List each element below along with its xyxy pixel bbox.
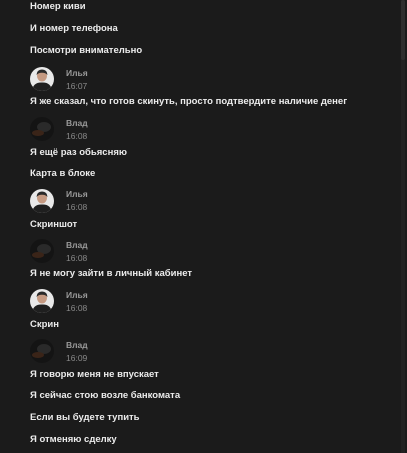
- avatar-ilya[interactable]: [30, 189, 54, 213]
- avatar-vlad[interactable]: [30, 117, 54, 141]
- message-time: 16:08: [66, 202, 88, 212]
- author-name[interactable]: Илья: [66, 189, 88, 199]
- message-text: Номер киви: [30, 1, 86, 12]
- user-photo-icon: [30, 117, 54, 141]
- message-text: Я отменяю сделку: [30, 434, 117, 445]
- message-time: 16:09: [66, 353, 88, 363]
- avatar-vlad[interactable]: [30, 239, 54, 263]
- message-time: 16:08: [66, 253, 88, 263]
- message-text: Я не могу зайти в личный кабинет: [30, 268, 193, 279]
- message-text: И номер телефона: [30, 23, 118, 34]
- message-text: Посмотри внимательно: [30, 45, 143, 56]
- message-time: 16:08: [66, 131, 88, 141]
- user-photo-icon: [30, 339, 54, 363]
- message-text: Я ещё раз обьясняю: [30, 147, 127, 158]
- message-text: Я сейчас стою возле банкомата: [30, 390, 181, 401]
- chat-history: Номер киви И номер телефона Посмотри вни…: [0, 0, 400, 453]
- scrollbar-thumb[interactable]: [401, 0, 405, 60]
- message-text: Если вы будете тупить: [30, 412, 140, 423]
- author-name[interactable]: Влад: [66, 340, 88, 350]
- chat-scrollbar[interactable]: [401, 0, 405, 453]
- avatar-vlad[interactable]: [30, 339, 54, 363]
- message-time: 16:07: [66, 81, 88, 91]
- message-text: Скрин: [30, 319, 59, 330]
- author-name[interactable]: Влад: [66, 240, 88, 250]
- user-photo-icon: [30, 289, 54, 313]
- message-text: Я говорю меня не впускает: [30, 369, 159, 380]
- message-time: 16:08: [66, 303, 88, 313]
- avatar-ilya[interactable]: [30, 289, 54, 313]
- message-text: Карта в блоке: [30, 168, 96, 179]
- user-photo-icon: [30, 239, 54, 263]
- message-text: Я же сказал, что готов скинуть, просто п…: [30, 96, 348, 107]
- avatar-ilya[interactable]: [30, 67, 54, 91]
- message-text: Скриншот: [30, 219, 78, 230]
- author-name[interactable]: Влад: [66, 118, 88, 128]
- user-photo-icon: [30, 189, 54, 213]
- author-name[interactable]: Илья: [66, 290, 88, 300]
- author-name[interactable]: Илья: [66, 68, 88, 78]
- user-photo-icon: [30, 67, 54, 91]
